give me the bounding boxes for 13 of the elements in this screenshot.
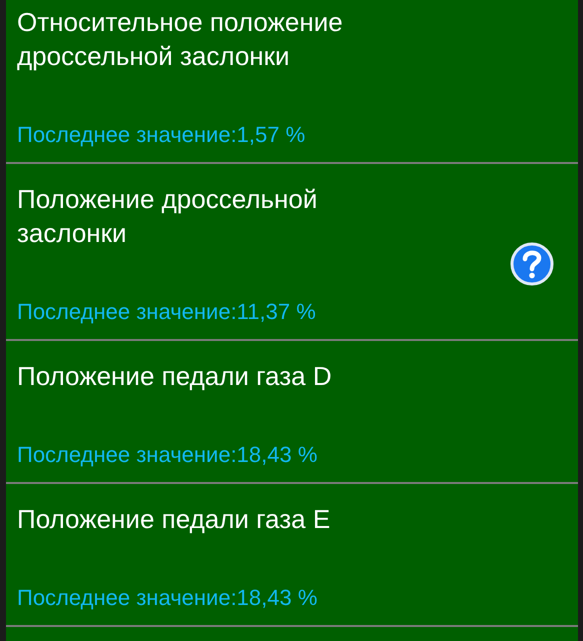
parameter-name: Положение дроссельной заслонки — [17, 183, 318, 250]
parameter-name: Положение педали газа D — [17, 360, 333, 393]
parameter-row[interactable]: Относительное положение дроссельной заслонки Последнее значение:1,57 % — [6, 0, 578, 164]
help-icon[interactable] — [510, 242, 554, 286]
parameter-row[interactable]: Положение дроссельной заслонки Последнее значение:11,37 % — [6, 164, 578, 341]
parameter-row[interactable]: Положение педали газа E Последнее значение:18,43 % — [6, 484, 578, 627]
last-value: Последнее значение:18,43 % — [17, 585, 318, 611]
last-value: Последнее значение:18,43 % — [17, 442, 318, 468]
last-value: Последнее значение:11,37 % — [17, 299, 317, 325]
parameter-name: Относительное положение дроссельной заслонки — [17, 6, 344, 73]
parameter-name: Положение педали газа E — [17, 503, 332, 536]
last-value: Последнее значение:1,57 % — [17, 122, 306, 148]
parameter-row[interactable]: Положение педали газа D Последнее значение:18,43 % — [6, 341, 578, 484]
